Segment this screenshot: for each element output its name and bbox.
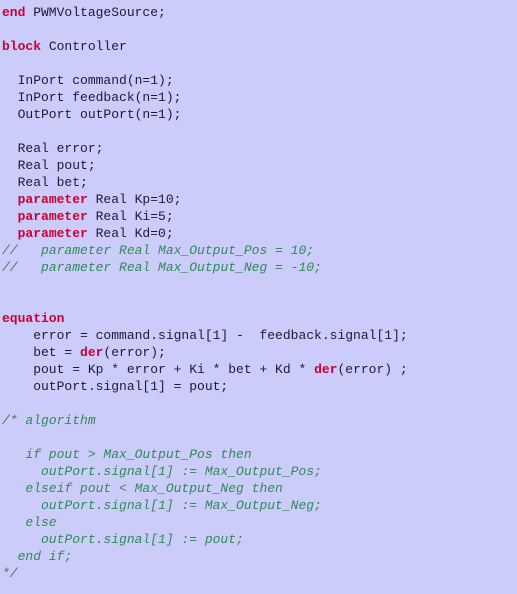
code-line: if pout > Max_Output_Pos then <box>2 446 517 463</box>
code-token-comment: outPort.signal[1] := pout; <box>2 532 244 547</box>
code-token-plain: OutPort outPort(n=1); <box>2 107 182 122</box>
code-token-plain: InPort command(n=1); <box>2 73 174 88</box>
code-line: Real bet; <box>2 174 517 191</box>
code-token-plain: (error); <box>103 345 166 360</box>
code-token-keyword: der <box>314 362 338 377</box>
code-line: parameter Real Ki=5; <box>2 208 517 225</box>
code-token-comment-mark: /* <box>2 413 18 428</box>
code-token-comment: elseif pout < Max_Output_Neg then <box>2 481 283 496</box>
code-token-keyword: der <box>80 345 104 360</box>
code-line: outPort.signal[1] := Max_Output_Neg; <box>2 497 517 514</box>
code-token-comment: else <box>2 515 57 530</box>
code-token-comment: outPort.signal[1] := Max_Output_Neg; <box>2 498 322 513</box>
code-token-plain: bet = <box>2 345 81 360</box>
code-token-plain: pout = Kp * error + Ki * bet + Kd * <box>2 362 315 377</box>
code-line: pout = Kp * error + Ki * bet + Kd * der(… <box>2 361 517 378</box>
code-line: equation <box>2 310 517 327</box>
code-token-plain: PWMVoltageSource; <box>25 5 166 20</box>
code-line: /* algorithm <box>2 412 517 429</box>
code-line: parameter Real Kd=0; <box>2 225 517 242</box>
code-line: InPort feedback(n=1); <box>2 89 517 106</box>
code-token-comment: outPort.signal[1] := Max_Output_Pos; <box>2 464 322 479</box>
code-token-comment: end if; <box>2 549 73 564</box>
code-line: error = command.signal[1] - feedback.sig… <box>2 327 517 344</box>
code-token-plain: Controller <box>41 39 127 54</box>
code-token-plain: Real Kd=0; <box>87 226 174 241</box>
code-line: end PWMVoltageSource; <box>2 4 517 21</box>
code-line: end if; <box>2 548 517 565</box>
code-token-plain: Real Kp=10; <box>87 192 182 207</box>
code-token-comment: if pout > Max_Output_Pos then <box>2 447 252 462</box>
code-listing[interactable]: end PWMVoltageSource; block Controller I… <box>0 0 517 594</box>
code-line: // parameter Real Max_Output_Pos = 10; <box>2 242 517 259</box>
code-line: InPort command(n=1); <box>2 72 517 89</box>
code-token-comment-mark: */ <box>2 566 18 581</box>
code-token-comment-mark: // <box>2 260 18 275</box>
code-token-comment-mark: // <box>2 243 18 258</box>
code-line: outPort.signal[1] = pout; <box>2 378 517 395</box>
code-line: block Controller <box>2 38 517 55</box>
code-line: Real pout; <box>2 157 517 174</box>
code-token-plain: (error) ; <box>337 362 408 377</box>
code-line: bet = der(error); <box>2 344 517 361</box>
code-line: parameter Real Kp=10; <box>2 191 517 208</box>
code-line: elseif pout < Max_Output_Neg then <box>2 480 517 497</box>
code-token-plain: Real pout; <box>2 158 96 173</box>
code-token-plain: Real Ki=5; <box>87 209 174 224</box>
code-token-plain: error = command.signal[1] - feedback.sig… <box>2 328 408 343</box>
code-token-comment: parameter Real Max_Output_Pos = 10; <box>17 243 315 258</box>
code-token-keyword: parameter <box>17 226 88 241</box>
code-line: outPort.signal[1] := Max_Output_Pos; <box>2 463 517 480</box>
code-token-comment: algorithm <box>17 413 96 428</box>
code-line: // parameter Real Max_Output_Neg = -10; <box>2 259 517 276</box>
code-line: outPort.signal[1] := pout; <box>2 531 517 548</box>
code-token-keyword: block <box>2 39 42 54</box>
code-token-plain: Real error; <box>2 141 104 156</box>
code-token-plain: Real bet; <box>2 175 88 190</box>
code-line: else <box>2 514 517 531</box>
code-line: Real error; <box>2 140 517 157</box>
code-token-keyword: parameter <box>17 209 88 224</box>
code-token-plain: InPort feedback(n=1); <box>2 90 182 105</box>
code-token-keyword: equation <box>2 311 65 326</box>
code-token-keyword: parameter <box>17 192 88 207</box>
code-token-keyword: end <box>2 5 26 20</box>
code-line: OutPort outPort(n=1); <box>2 106 517 123</box>
code-line: */ <box>2 565 517 582</box>
code-token-comment: parameter Real Max_Output_Neg = -10; <box>17 260 322 275</box>
code-token-plain: outPort.signal[1] = pout; <box>2 379 229 394</box>
